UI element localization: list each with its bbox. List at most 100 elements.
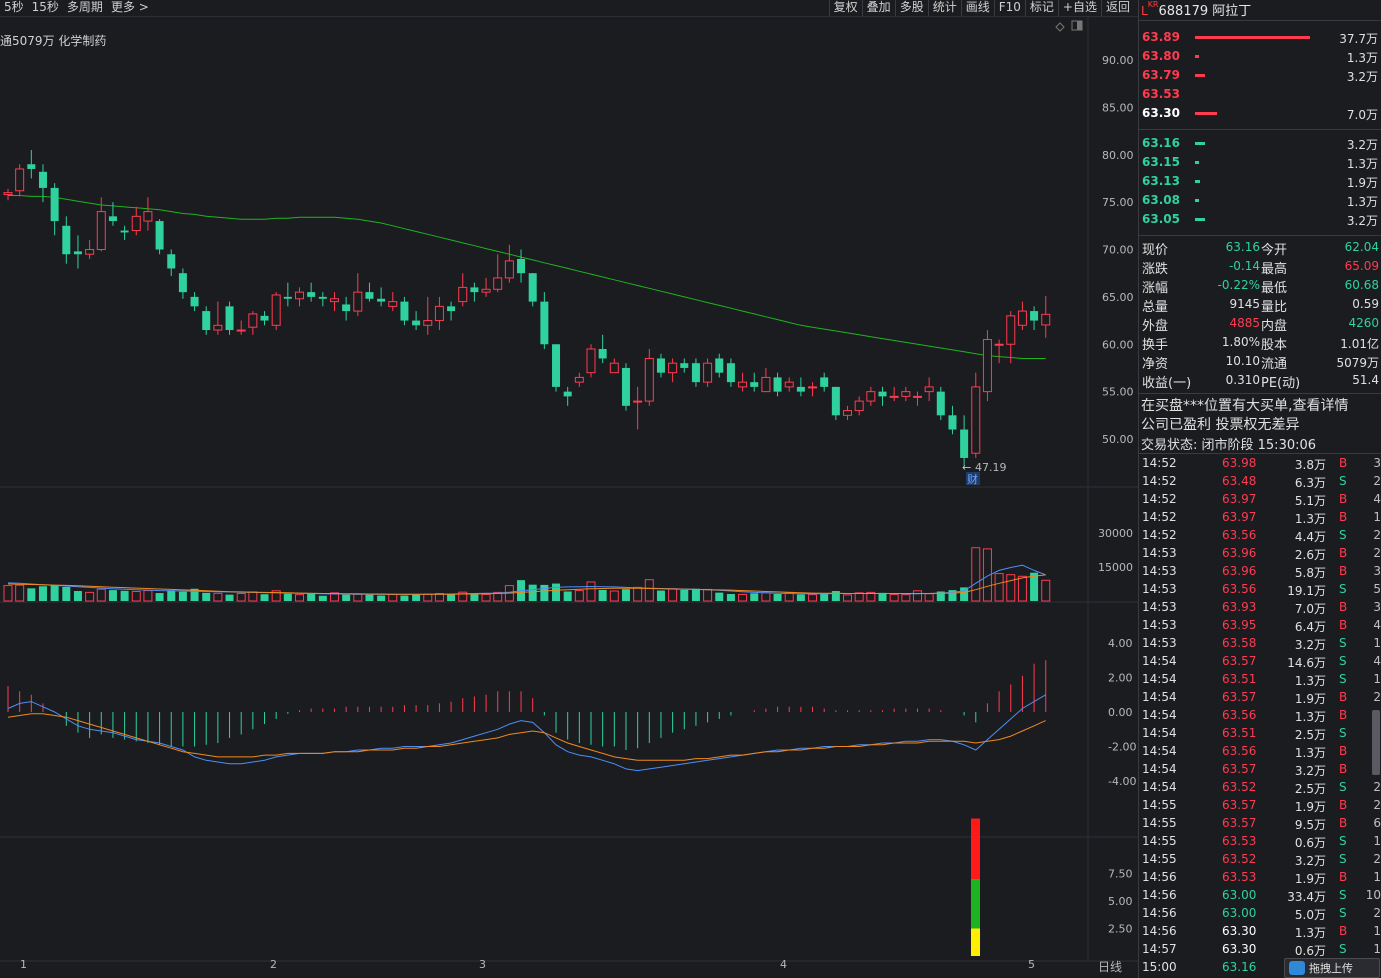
trade-side: B (1339, 744, 1348, 758)
period-label[interactable]: 日线 (1098, 958, 1122, 975)
multi-period-tab[interactable]: 多周期 (63, 0, 107, 16)
trade-row: 14:54 63.57 1.9万 B 2 (1139, 689, 1381, 707)
period-tabs: 5秒 15秒 多周期 更多 > (0, 0, 153, 16)
candle (353, 273, 363, 316)
macd-dea-line (7, 713, 1046, 761)
bid-row[interactable]: 63.16 3.2万 (1139, 134, 1381, 153)
volume-ma5-line (7, 564, 1046, 595)
volume-bar (131, 590, 141, 602)
volume-bar (85, 591, 95, 602)
price-tick: 75.00 (1102, 196, 1134, 209)
trade-count: 3 (1373, 564, 1381, 578)
back-button[interactable]: 返回 (1100, 0, 1134, 16)
trade-price: 63.48 (1222, 474, 1257, 488)
volume-bar (761, 592, 771, 602)
trade-time: 14:56 (1142, 870, 1177, 884)
volume-bar (213, 592, 223, 602)
candle (668, 358, 678, 383)
statistics-button[interactable]: 统计 (927, 0, 961, 16)
f10-button[interactable]: F10 (993, 0, 1025, 16)
candle (155, 219, 164, 255)
multi-stock-button[interactable]: 多股 (894, 0, 928, 16)
candle (773, 372, 782, 397)
volume-bar (680, 589, 689, 601)
trade-count: 4 (1373, 654, 1381, 668)
order-price: 63.05 (1142, 212, 1180, 226)
trade-row: 14:53 63.93 7.0万 B 3 (1139, 599, 1381, 617)
stat-label: 最高 (1261, 262, 1288, 277)
volume-bar (412, 594, 421, 601)
candle (202, 306, 211, 335)
financial-report-marker[interactable]: 财 (966, 472, 980, 486)
adjust-button[interactable]: 复权 (828, 0, 862, 16)
candle (994, 339, 1004, 364)
add-watchlist-button[interactable]: +自选 (1057, 0, 1101, 16)
ask-row[interactable]: 63.53 (1139, 85, 1381, 104)
period-5s[interactable]: 5秒 (0, 0, 28, 16)
candle (283, 282, 292, 307)
trade-side: S (1339, 474, 1347, 488)
bid-row[interactable]: 63.08 1.3万 (1139, 191, 1381, 210)
volume-bar (50, 585, 59, 601)
stat-row: 涨幅 -0.22% 最低 60.68 (1139, 276, 1381, 296)
bid-row[interactable]: 63.15 1.3万 (1139, 153, 1381, 172)
trade-count: 2 (1373, 906, 1381, 920)
trade-time: 14:53 (1142, 600, 1177, 614)
chart-expand-icon[interactable] (1071, 20, 1083, 31)
price-tick: 55.00 (1102, 386, 1134, 399)
trade-price: 63.00 (1222, 888, 1257, 902)
chart-settings-icon[interactable] (1055, 22, 1065, 32)
period-15s[interactable]: 15秒 (28, 0, 63, 16)
trade-row: 14:52 63.56 4.4万 S 2 (1139, 527, 1381, 545)
volume-bar (552, 583, 561, 601)
trade-volume: 1.9万 (1294, 800, 1326, 814)
candle (574, 372, 584, 387)
volume-bar (540, 584, 549, 601)
kr-tag: KR (1147, 0, 1159, 9)
volume-tick: 30000 (1098, 527, 1133, 540)
candle (948, 405, 957, 435)
candle (889, 386, 899, 402)
bid-row[interactable]: 63.13 1.9万 (1139, 172, 1381, 191)
drag-upload-button[interactable]: 拖拽上传 (1284, 958, 1380, 978)
candle (878, 386, 887, 406)
trade-volume: 9.5万 (1294, 818, 1326, 832)
candle (412, 311, 421, 331)
trade-count: 2 (1373, 798, 1381, 812)
volume-bar (155, 593, 164, 601)
candle (808, 382, 818, 397)
bid-row[interactable]: 63.05 3.2万 (1139, 210, 1381, 229)
big-order-notice[interactable]: 在买盘***位置有大买单,查看详情 (1141, 395, 1348, 415)
macd-indicator (7, 660, 1047, 772)
trade-side: S (1339, 654, 1347, 668)
stat-label: 现价 (1142, 243, 1169, 258)
stat-value: 65.09 (1344, 259, 1379, 273)
overlay-button[interactable]: 叠加 (861, 0, 895, 16)
trade-volume: 3.2万 (1294, 764, 1326, 778)
trade-side: S (1339, 726, 1347, 740)
ask-row[interactable]: 63.80 1.3万 (1139, 47, 1381, 66)
mark-button[interactable]: 标记 (1024, 0, 1058, 16)
volume-bar (1006, 574, 1016, 602)
trade-side: S (1339, 888, 1347, 902)
candle (225, 301, 234, 335)
ask-row[interactable]: 63.30 7.0万 (1139, 104, 1381, 123)
ask-row[interactable]: 63.79 3.2万 (1139, 66, 1381, 85)
trade-count: 4 (1373, 492, 1381, 506)
candle (248, 311, 258, 335)
volume-bar (726, 593, 735, 601)
trade-price: 63.57 (1222, 816, 1257, 830)
more-periods-menu[interactable]: 更多 > (107, 0, 153, 16)
order-volume-bar (1195, 161, 1199, 164)
draw-line-button[interactable]: 画线 (960, 0, 994, 16)
ask-row[interactable]: 63.89 37.7万 (1139, 28, 1381, 47)
trade-time: 14:54 (1142, 690, 1177, 704)
trade-row: 14:56 63.00 5.0万 S 2 (1139, 905, 1381, 923)
stat-label: 涨跌 (1142, 262, 1169, 277)
kline-chart[interactable]: 90.0085.0080.0075.0070.0065.0060.0055.00… (0, 17, 1138, 978)
volume-bar (225, 594, 234, 601)
trade-volume: 3.8万 (1294, 458, 1326, 472)
trade-price: 63.52 (1222, 852, 1257, 866)
trades-scrollbar[interactable] (1372, 710, 1380, 775)
trade-volume: 3.2万 (1294, 638, 1326, 652)
